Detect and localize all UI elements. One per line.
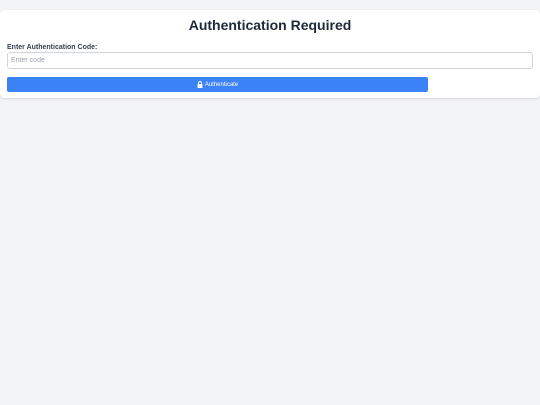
- code-label: Enter Authentication Code:: [7, 44, 98, 51]
- code-input[interactable]: [7, 52, 533, 69]
- authenticate-button[interactable]: Authenticate: [7, 77, 428, 92]
- page-title: Authentication Required: [188, 17, 352, 33]
- authenticate-button-label: Authenticate: [204, 81, 239, 88]
- lock-icon: [197, 81, 203, 88]
- auth-card: Authentication Required Enter Authentica…: [0, 10, 540, 98]
- page: Authentication Required Enter Authentica…: [0, 0, 540, 405]
